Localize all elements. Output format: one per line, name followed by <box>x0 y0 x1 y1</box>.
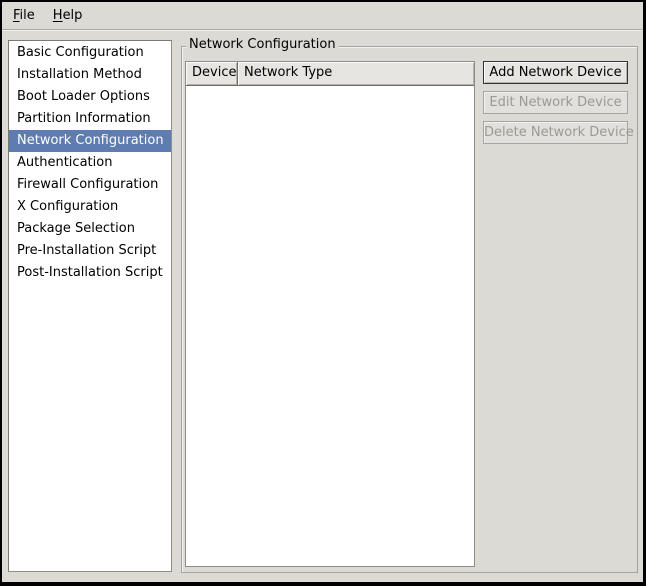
frame-title: Network Configuration <box>186 37 339 52</box>
column-header-device[interactable]: Device <box>186 62 238 86</box>
section-list: Basic ConfigurationInstallation MethodBo… <box>8 40 172 572</box>
column-header-network-type[interactable]: Network Type <box>238 62 474 86</box>
sidebar-item-pre-installation-script[interactable]: Pre-Installation Script <box>9 240 171 262</box>
network-configuration-frame: Network Configuration DeviceNetwork Type… <box>181 46 638 573</box>
menu-help[interactable]: Help <box>44 5 92 27</box>
sidebar-item-package-selection[interactable]: Package Selection <box>9 218 171 240</box>
sidebar-item-post-installation-script[interactable]: Post-Installation Script <box>9 262 171 284</box>
sidebar-item-x-configuration[interactable]: X Configuration <box>9 196 171 218</box>
sidebar-item-partition-information[interactable]: Partition Information <box>9 108 171 130</box>
delete-network-device-button: Delete Network Device <box>483 121 628 144</box>
sidebar-item-authentication[interactable]: Authentication <box>9 152 171 174</box>
menu-bar: FileHelp <box>2 2 643 30</box>
menu-file[interactable]: File <box>4 5 44 27</box>
sidebar-item-network-configuration[interactable]: Network Configuration <box>9 130 171 152</box>
sidebar-item-firewall-configuration[interactable]: Firewall Configuration <box>9 174 171 196</box>
sidebar-item-installation-method[interactable]: Installation Method <box>9 64 171 86</box>
network-device-table: DeviceNetwork Type <box>185 61 475 567</box>
sidebar-item-basic-configuration[interactable]: Basic Configuration <box>9 42 171 64</box>
table-header-row: DeviceNetwork Type <box>186 62 474 86</box>
edit-network-device-button: Edit Network Device <box>483 91 628 114</box>
kickstart-configurator-window: FileHelp Basic ConfigurationInstallation… <box>0 0 646 586</box>
sidebar-item-boot-loader-options[interactable]: Boot Loader Options <box>9 86 171 108</box>
device-action-buttons: Add Network Device Edit Network Device Del… <box>483 61 628 151</box>
add-network-device-button[interactable]: Add Network Device <box>483 61 628 84</box>
table-body[interactable] <box>186 86 474 566</box>
